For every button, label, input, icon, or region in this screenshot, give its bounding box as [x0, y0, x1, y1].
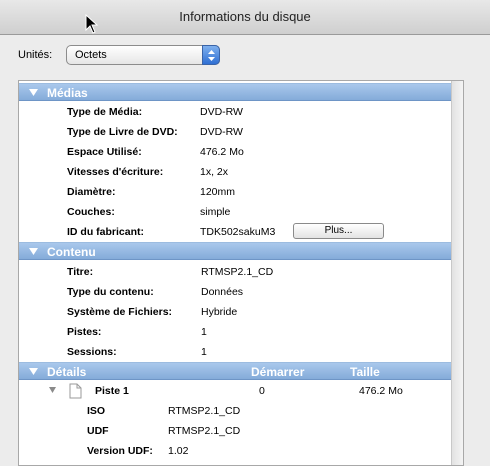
content-value: 1: [201, 346, 207, 358]
details-key: UDF: [87, 425, 109, 437]
media-key: Type de Média:: [67, 106, 143, 118]
details-value: RTMSP2.1_CD: [168, 425, 241, 437]
content-value: Hybride: [201, 306, 238, 318]
media-row: Vitesses d'écriture: 1x, 2x: [19, 162, 452, 182]
content-value: RTMSP2.1_CD: [201, 266, 274, 278]
media-row: Type de Média: DVD-RW: [19, 102, 452, 122]
window-titlebar[interactable]: Informations du disque: [0, 0, 490, 35]
content-row: Titre: RTMSP2.1_CD: [19, 262, 452, 282]
media-value: 1x, 2x: [200, 166, 229, 178]
details-key: ISO: [87, 405, 106, 417]
section-header-content[interactable]: Contenu: [19, 242, 452, 260]
units-selected-value: Octets: [75, 49, 107, 61]
section-title-content: Contenu: [47, 245, 96, 259]
disclosure-triangle-icon[interactable]: [29, 368, 38, 376]
details-row: UDF RTMSP2.1_CD: [19, 421, 452, 441]
section-header-media[interactable]: Médias: [19, 83, 452, 101]
media-row: Type de Livre de DVD: DVD-RW: [19, 122, 452, 142]
content-key: Titre:: [67, 266, 94, 278]
details-value: 1.02: [168, 445, 189, 457]
stepper-arrows-icon: [202, 45, 220, 65]
window-title: Informations du disque: [179, 9, 311, 24]
content-value: 1: [201, 326, 207, 338]
media-row: ID du fabricant: TDK502sakuM3 Plus...: [19, 222, 452, 242]
media-key: Espace Utilisé:: [67, 146, 142, 158]
media-row: Diamètre: 120mm: [19, 182, 452, 202]
disclosure-triangle-icon[interactable]: [29, 89, 38, 97]
media-row: Espace Utilisé: 476.2 Mo: [19, 142, 452, 162]
section-title-media: Médias: [47, 86, 88, 100]
track-name: Piste 1: [95, 385, 129, 397]
track-row[interactable]: Piste 1 0 476.2 Mo: [19, 381, 452, 401]
track-size: 476.2 Mo: [359, 385, 403, 397]
column-header-size[interactable]: Taille: [350, 365, 380, 379]
disclosure-triangle-icon[interactable]: [49, 387, 56, 395]
units-label: Unités:: [18, 49, 53, 61]
disk-info-panel: Médias Type de Média: DVD-RW Type de Liv…: [18, 80, 464, 466]
disclosure-triangle-icon[interactable]: [29, 248, 38, 256]
document-icon: [69, 383, 82, 399]
track-start: 0: [259, 385, 265, 397]
media-key: Diamètre:: [67, 186, 116, 198]
column-header-start[interactable]: Démarrer: [251, 365, 304, 379]
media-value: DVD-RW: [200, 106, 243, 118]
mouse-cursor-icon: [85, 14, 99, 34]
media-value: 476.2 Mo: [200, 146, 244, 158]
vertical-scrollbar[interactable]: [451, 81, 463, 465]
media-key: Vitesses d'écriture:: [67, 166, 164, 178]
media-row: Couches: simple: [19, 202, 452, 222]
section-title-details: Détails: [47, 365, 87, 379]
media-key: ID du fabricant:: [67, 226, 145, 238]
content-key: Sessions:: [67, 346, 117, 358]
content-value: Données: [201, 286, 244, 298]
media-value: 120mm: [200, 186, 236, 198]
content-key: Pistes:: [67, 326, 102, 338]
media-value: simple: [200, 206, 231, 218]
more-button[interactable]: Plus...: [293, 223, 384, 239]
details-row: ISO RTMSP2.1_CD: [19, 401, 452, 421]
media-key: Couches:: [67, 206, 115, 218]
details-value: RTMSP2.1_CD: [168, 405, 241, 417]
section-header-details[interactable]: Détails Démarrer Taille: [19, 362, 452, 380]
media-key: Type de Livre de DVD:: [67, 126, 178, 138]
content-row: Type du contenu: Données: [19, 282, 452, 302]
content-row: Sessions: 1: [19, 342, 452, 362]
media-value: TDK502sakuM3: [200, 226, 276, 238]
content-key: Type du contenu:: [67, 286, 154, 298]
units-select[interactable]: Octets: [66, 45, 220, 65]
content-row: Système de Fichiers: Hybride: [19, 302, 452, 322]
details-row: Version UDF: 1.02: [19, 441, 452, 461]
content-key: Système de Fichiers:: [67, 306, 173, 318]
details-key: Version UDF:: [87, 445, 153, 457]
media-value: DVD-RW: [200, 126, 243, 138]
content-row: Pistes: 1: [19, 322, 452, 342]
